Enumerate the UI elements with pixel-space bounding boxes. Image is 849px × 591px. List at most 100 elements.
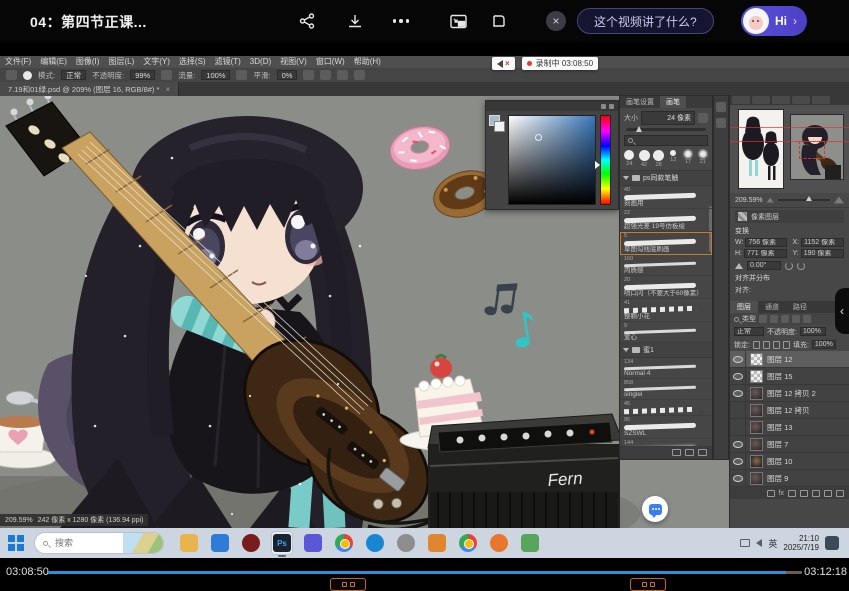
symmetry-icon[interactable] <box>354 70 365 80</box>
taskbar-photoshop[interactable]: Ps <box>271 531 293 555</box>
status-zoom[interactable]: 209.59% <box>5 517 33 524</box>
flip-icon[interactable] <box>797 262 805 270</box>
airbrush-icon[interactable] <box>236 70 247 80</box>
brush-item[interactable]: 41整颗小花 <box>620 299 712 322</box>
side-panel-toggle[interactable]: ‹ <box>835 288 849 334</box>
brush-tool-icon[interactable] <box>6 70 17 80</box>
pressure-size-icon[interactable] <box>337 70 348 80</box>
brush-size-value[interactable]: 24 像素 <box>641 111 695 125</box>
visibility-toggle-icon[interactable] <box>730 351 746 367</box>
brush-group-header[interactable]: ps同款笔触 <box>620 171 712 186</box>
color-cursor[interactable] <box>535 134 542 141</box>
taskbar-chrome-profile-2[interactable] <box>457 531 479 555</box>
document-tab-close-icon[interactable]: × <box>165 85 170 94</box>
taskbar-edge-browser[interactable] <box>364 531 386 555</box>
panel-tab[interactable] <box>792 96 810 104</box>
lock-position-icon[interactable] <box>773 341 780 349</box>
opacity-value[interactable]: 99% <box>130 70 155 80</box>
visibility-toggle-icon[interactable] <box>730 436 746 452</box>
mirror-flip-icon[interactable] <box>488 10 510 32</box>
new-group-icon[interactable] <box>812 490 820 497</box>
delete-layer-icon[interactable] <box>836 490 844 497</box>
align-section-title[interactable]: 对齐并分布 <box>735 273 844 283</box>
timeline-bar[interactable] <box>48 571 802 574</box>
share-icon[interactable] <box>296 10 318 32</box>
visibility-toggle-icon[interactable] <box>730 368 746 384</box>
brush-item[interactable]: 95SZSWL <box>620 416 712 439</box>
layer-row[interactable]: 图层 10 <box>730 453 849 470</box>
tab-brushes[interactable]: 画笔 <box>660 96 686 108</box>
background-swatch[interactable] <box>494 121 505 132</box>
filter-adjust-icon[interactable] <box>770 315 778 323</box>
brush-search-box[interactable] <box>624 135 708 146</box>
flow-value[interactable]: 100% <box>201 70 230 80</box>
pressure-opacity-icon[interactable] <box>161 70 172 80</box>
smoothing-value[interactable]: 0% <box>277 70 298 80</box>
menu-item[interactable]: 滤镜(T) <box>215 57 241 67</box>
brush-item[interactable]: 40刻画用 <box>620 186 712 209</box>
brush-preset[interactable]: 28 <box>652 150 665 168</box>
brush-preset[interactable]: 21 <box>696 150 709 168</box>
menu-item[interactable]: 视图(V) <box>280 57 307 67</box>
menu-item[interactable]: 选择(S) <box>179 57 206 67</box>
zoom-in-icon[interactable] <box>834 197 844 204</box>
color-field[interactable] <box>508 115 596 205</box>
panel-tab[interactable] <box>732 96 750 104</box>
document-tab[interactable]: 7.19和01绿.psd @ 209% (图层 16, RGB/8#) * × <box>0 82 179 96</box>
layer-row[interactable]: 图层 9 <box>730 470 849 487</box>
visibility-toggle-icon[interactable] <box>730 419 746 435</box>
transform-section-title[interactable]: 变换 <box>735 226 844 236</box>
brush-angle-icon[interactable] <box>320 70 331 80</box>
download-icon[interactable] <box>344 10 366 32</box>
visibility-toggle-icon[interactable] <box>730 470 746 486</box>
taskbar-app-green-grid[interactable] <box>519 531 541 555</box>
angle-value[interactable]: 0.00° <box>747 261 781 270</box>
brush-preset[interactable]: 42 <box>638 150 651 168</box>
taskbar-app-gray[interactable] <box>395 531 417 555</box>
ai-assistant-button[interactable]: Hi › <box>741 6 807 36</box>
filter-shape-icon[interactable] <box>792 315 800 323</box>
taskbar-app-orange-market[interactable] <box>426 531 448 555</box>
x-value[interactable]: 1152 像素 <box>801 238 844 247</box>
brush-item[interactable]: 134Normal 4 <box>620 358 712 379</box>
brush-item[interactable]: 22超强光差 19号仿板绘 <box>620 209 712 232</box>
h-value[interactable]: 771 像素 <box>744 249 787 258</box>
brush-folder[interactable]: 蜜1 <box>620 343 712 358</box>
ime-icon[interactable] <box>825 536 839 550</box>
brush-size-slider[interactable] <box>626 128 706 131</box>
search-input[interactable] <box>53 537 111 549</box>
brush-item[interactable]: 45 <box>620 400 712 416</box>
brush-preset[interactable]: 17 <box>682 150 695 168</box>
taskbar-chrome[interactable] <box>333 531 355 555</box>
navigator-zoom-value[interactable]: 209.59% <box>735 197 763 204</box>
filter-smart-icon[interactable] <box>803 315 811 323</box>
taskbar-app-blue-docs[interactable] <box>209 531 231 555</box>
panel-tab[interactable] <box>772 96 790 104</box>
filter-label[interactable]: 类型 <box>742 314 756 324</box>
visibility-toggle-icon[interactable] <box>730 385 746 401</box>
hue-slider-thumb[interactable] <box>595 161 600 169</box>
rotate-icon[interactable] <box>785 262 793 270</box>
menu-item[interactable]: 窗口(W) <box>316 57 345 67</box>
layer-mask-icon[interactable] <box>788 490 796 497</box>
taskbar-music-app[interactable] <box>240 531 262 555</box>
menu-item[interactable]: 文件(F) <box>5 57 31 67</box>
smoothing-gear-icon[interactable] <box>303 70 314 80</box>
taskbar-file-explorer[interactable] <box>178 531 200 555</box>
layer-row[interactable]: 图层 12 <box>730 351 849 368</box>
menu-item[interactable]: 文字(Y) <box>143 57 170 67</box>
y-value[interactable]: 190 像素 <box>801 249 844 258</box>
layer-row[interactable]: 图层 7 <box>730 436 849 453</box>
fill-value[interactable]: 100% <box>812 340 836 349</box>
layer-style-icon[interactable]: fx <box>779 490 784 497</box>
tab-图层[interactable]: 图层 <box>730 301 758 313</box>
menu-item[interactable]: 帮助(H) <box>354 57 381 67</box>
brush-item[interactable]: 20喷口闪（不要大于60像素） <box>620 276 712 299</box>
new-brush-icon[interactable] <box>685 449 694 456</box>
brush-preset[interactable]: 24 <box>623 150 636 168</box>
layer-row[interactable]: 图层 12 拷贝 <box>730 402 849 419</box>
layer-row[interactable]: 图层 15 <box>730 368 849 385</box>
w-value[interactable]: 756 像素 <box>745 238 786 247</box>
menu-item[interactable]: 3D(D) <box>250 57 271 67</box>
hue-slider[interactable] <box>600 115 611 205</box>
